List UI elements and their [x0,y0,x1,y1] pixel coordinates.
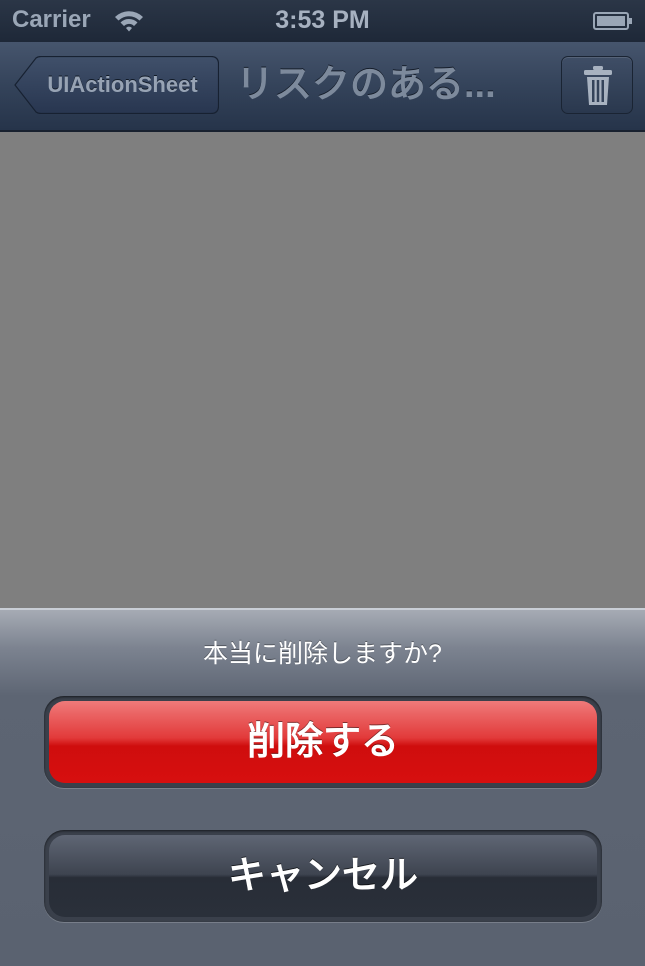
back-button[interactable]: UIActionSheet [14,56,219,114]
destructive-button-well: 削除する [44,696,602,788]
battery-icon [593,12,632,30]
cancel-button-well: キャンセル [44,830,602,922]
action-sheet: 本当に削除しますか? 削除する キャンセル [0,608,645,966]
trash-icon [584,66,612,105]
status-time: 3:53 PM [275,6,370,34]
delete-button[interactable]: 削除する [49,701,597,783]
navigation-bar: UIActionSheet リスクのある... [0,42,645,132]
trash-button[interactable] [561,56,633,114]
content-area [0,132,645,608]
status-bar: Carrier 3:53 PM [0,0,645,42]
cancel-button[interactable]: キャンセル [49,835,597,917]
action-sheet-title: 本当に削除しますか? [203,640,442,668]
back-button-label: UIActionSheet [47,72,198,97]
device-screen: Carrier 3:53 PM UIActionSheet リスクのある... … [0,0,645,966]
navigation-title: リスクのある... [236,64,496,106]
